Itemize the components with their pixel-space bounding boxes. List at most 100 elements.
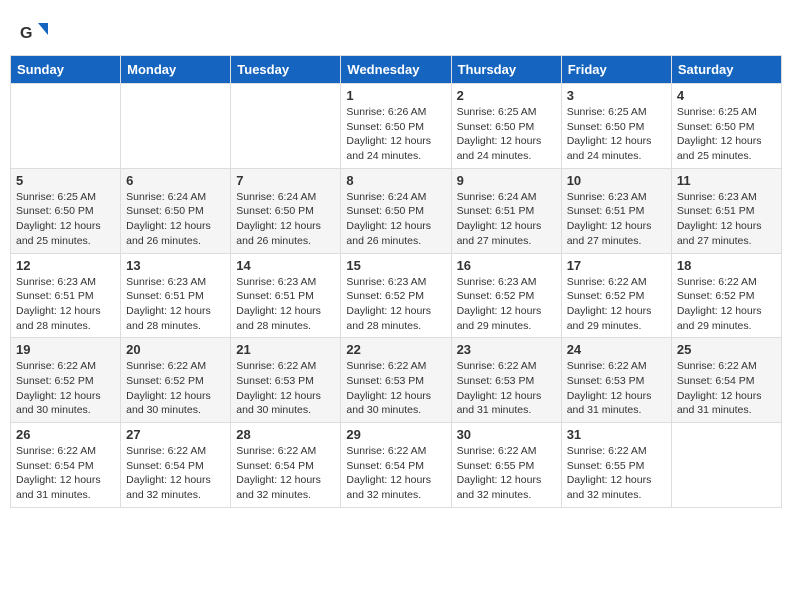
day-info: Sunrise: 6:23 AM Sunset: 6:51 PM Dayligh… [677,190,776,249]
day-number: 2 [457,88,556,103]
day-info: Sunrise: 6:24 AM Sunset: 6:50 PM Dayligh… [126,190,225,249]
day-number: 22 [346,342,445,357]
day-number: 13 [126,258,225,273]
calendar-cell: 2 Sunrise: 6:25 AM Sunset: 6:50 PM Daylig… [451,84,561,169]
calendar-cell: 21 Sunrise: 6:22 AM Sunset: 6:53 PM Dayli… [231,338,341,423]
calendar-cell: 5 Sunrise: 6:25 AM Sunset: 6:50 PM Daylig… [11,168,121,253]
weekday-header-monday: Monday [121,56,231,84]
week-row-5: 26 Sunrise: 6:22 AM Sunset: 6:54 PM Dayli… [11,423,782,508]
calendar-cell: 30Sunrise: 6:22 AM Sunset: 6:55 PM Dayli… [451,423,561,508]
calendar-cell: 15 Sunrise: 6:23 AM Sunset: 6:52 PM Dayli… [341,253,451,338]
day-info: Sunrise: 6:23 AM Sunset: 6:51 PM Dayligh… [16,275,115,334]
day-info: Sunrise: 6:25 AM Sunset: 6:50 PM Dayligh… [567,105,666,164]
week-row-2: 5 Sunrise: 6:25 AM Sunset: 6:50 PM Daylig… [11,168,782,253]
weekday-header-thursday: Thursday [451,56,561,84]
day-number: 21 [236,342,335,357]
calendar-cell: 17 Sunrise: 6:22 AM Sunset: 6:52 PM Dayli… [561,253,671,338]
day-info: Sunrise: 6:22 AM Sunset: 6:52 PM Dayligh… [677,275,776,334]
day-info: Sunrise: 6:23 AM Sunset: 6:52 PM Dayligh… [457,275,556,334]
day-number: 27 [126,427,225,442]
weekday-header-row: SundayMondayTuesdayWednesdayThursdayFrid… [11,56,782,84]
calendar-cell: 31Sunrise: 6:22 AM Sunset: 6:55 PM Dayli… [561,423,671,508]
calendar-cell: 4 Sunrise: 6:25 AM Sunset: 6:50 PM Daylig… [671,84,781,169]
day-number: 10 [567,173,666,188]
calendar-cell: 8 Sunrise: 6:24 AM Sunset: 6:50 PM Daylig… [341,168,451,253]
calendar-cell: 28Sunrise: 6:22 AM Sunset: 6:54 PM Dayli… [231,423,341,508]
calendar-cell: 25Sunrise: 6:22 AM Sunset: 6:54 PM Dayli… [671,338,781,423]
day-info: Sunrise: 6:25 AM Sunset: 6:50 PM Dayligh… [457,105,556,164]
day-info: Sunrise: 6:24 AM Sunset: 6:51 PM Dayligh… [457,190,556,249]
day-info: Sunrise: 6:22 AM Sunset: 6:54 PM Dayligh… [677,359,776,418]
day-info: Sunrise: 6:22 AM Sunset: 6:54 PM Dayligh… [126,444,225,503]
day-info: Sunrise: 6:26 AM Sunset: 6:50 PM Dayligh… [346,105,445,164]
weekday-header-friday: Friday [561,56,671,84]
day-info: Sunrise: 6:22 AM Sunset: 6:53 PM Dayligh… [567,359,666,418]
day-number: 30 [457,427,556,442]
day-number: 3 [567,88,666,103]
day-info: Sunrise: 6:25 AM Sunset: 6:50 PM Dayligh… [677,105,776,164]
calendar-cell: 24 Sunrise: 6:22 AM Sunset: 6:53 PM Dayli… [561,338,671,423]
day-info: Sunrise: 6:22 AM Sunset: 6:52 PM Dayligh… [567,275,666,334]
day-number: 1 [346,88,445,103]
day-info: Sunrise: 6:23 AM Sunset: 6:51 PM Dayligh… [567,190,666,249]
day-info: Sunrise: 6:24 AM Sunset: 6:50 PM Dayligh… [346,190,445,249]
day-info: Sunrise: 6:22 AM Sunset: 6:53 PM Dayligh… [346,359,445,418]
day-number: 23 [457,342,556,357]
day-info: Sunrise: 6:22 AM Sunset: 6:54 PM Dayligh… [16,444,115,503]
day-info: Sunrise: 6:22 AM Sunset: 6:52 PM Dayligh… [16,359,115,418]
day-info: Sunrise: 6:22 AM Sunset: 6:53 PM Dayligh… [457,359,556,418]
day-info: Sunrise: 6:22 AM Sunset: 6:54 PM Dayligh… [346,444,445,503]
day-info: Sunrise: 6:23 AM Sunset: 6:51 PM Dayligh… [236,275,335,334]
day-number: 8 [346,173,445,188]
calendar-cell: 27 Sunrise: 6:22 AM Sunset: 6:54 PM Dayli… [121,423,231,508]
weekday-header-saturday: Saturday [671,56,781,84]
calendar-cell: 7Sunrise: 6:24 AM Sunset: 6:50 PM Daylig… [231,168,341,253]
calendar-cell [671,423,781,508]
weekday-header-wednesday: Wednesday [341,56,451,84]
day-number: 6 [126,173,225,188]
calendar-cell: 10 Sunrise: 6:23 AM Sunset: 6:51 PM Dayli… [561,168,671,253]
calendar-cell: 16 Sunrise: 6:23 AM Sunset: 6:52 PM Dayli… [451,253,561,338]
day-number: 26 [16,427,115,442]
calendar-cell: 11 Sunrise: 6:23 AM Sunset: 6:51 PM Dayli… [671,168,781,253]
calendar-cell: 13 Sunrise: 6:23 AM Sunset: 6:51 PM Dayli… [121,253,231,338]
day-number: 17 [567,258,666,273]
calendar-cell [121,84,231,169]
day-info: Sunrise: 6:23 AM Sunset: 6:51 PM Dayligh… [126,275,225,334]
calendar-cell: 29Sunrise: 6:22 AM Sunset: 6:54 PM Dayli… [341,423,451,508]
day-number: 12 [16,258,115,273]
calendar-cell: 19Sunrise: 6:22 AM Sunset: 6:52 PM Dayli… [11,338,121,423]
calendar-cell: 23 Sunrise: 6:22 AM Sunset: 6:53 PM Dayli… [451,338,561,423]
day-number: 31 [567,427,666,442]
day-number: 16 [457,258,556,273]
logo-icon: G [20,20,50,45]
day-info: Sunrise: 6:22 AM Sunset: 6:53 PM Dayligh… [236,359,335,418]
day-number: 4 [677,88,776,103]
header: G [10,10,782,50]
calendar-cell: 14 Sunrise: 6:23 AM Sunset: 6:51 PM Dayli… [231,253,341,338]
weekday-header-sunday: Sunday [11,56,121,84]
day-info: Sunrise: 6:23 AM Sunset: 6:52 PM Dayligh… [346,275,445,334]
day-number: 9 [457,173,556,188]
day-info: Sunrise: 6:25 AM Sunset: 6:50 PM Dayligh… [16,190,115,249]
day-number: 11 [677,173,776,188]
day-number: 14 [236,258,335,273]
day-number: 28 [236,427,335,442]
day-number: 24 [567,342,666,357]
week-row-3: 12 Sunrise: 6:23 AM Sunset: 6:51 PM Dayli… [11,253,782,338]
calendar-cell: 3 Sunrise: 6:25 AM Sunset: 6:50 PM Daylig… [561,84,671,169]
day-number: 15 [346,258,445,273]
calendar-cell: 9 Sunrise: 6:24 AM Sunset: 6:51 PM Daylig… [451,168,561,253]
calendar-cell [11,84,121,169]
calendar-cell: 26 Sunrise: 6:22 AM Sunset: 6:54 PM Dayli… [11,423,121,508]
svg-text:G: G [20,25,32,42]
calendar-cell [231,84,341,169]
calendar-cell: 12 Sunrise: 6:23 AM Sunset: 6:51 PM Dayli… [11,253,121,338]
calendar-cell: 1 Sunrise: 6:26 AM Sunset: 6:50 PM Daylig… [341,84,451,169]
day-number: 20 [126,342,225,357]
calendar-cell: 22 Sunrise: 6:22 AM Sunset: 6:53 PM Dayli… [341,338,451,423]
day-info: Sunrise: 6:22 AM Sunset: 6:52 PM Dayligh… [126,359,225,418]
calendar-table: SundayMondayTuesdayWednesdayThursdayFrid… [10,55,782,508]
day-number: 5 [16,173,115,188]
weekday-header-tuesday: Tuesday [231,56,341,84]
